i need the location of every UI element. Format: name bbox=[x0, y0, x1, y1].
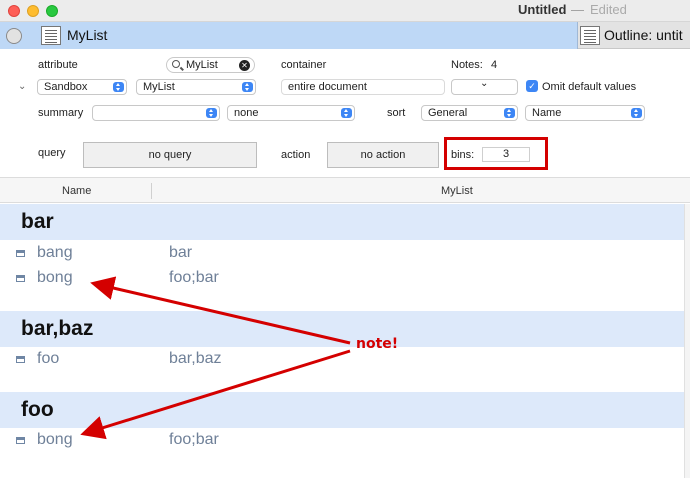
annotation-note-label: note! bbox=[356, 336, 399, 352]
annotation-arrows bbox=[80, 276, 351, 440]
annotation-arrow-upper bbox=[90, 276, 351, 345]
annotation-arrow-lower bbox=[80, 349, 351, 440]
